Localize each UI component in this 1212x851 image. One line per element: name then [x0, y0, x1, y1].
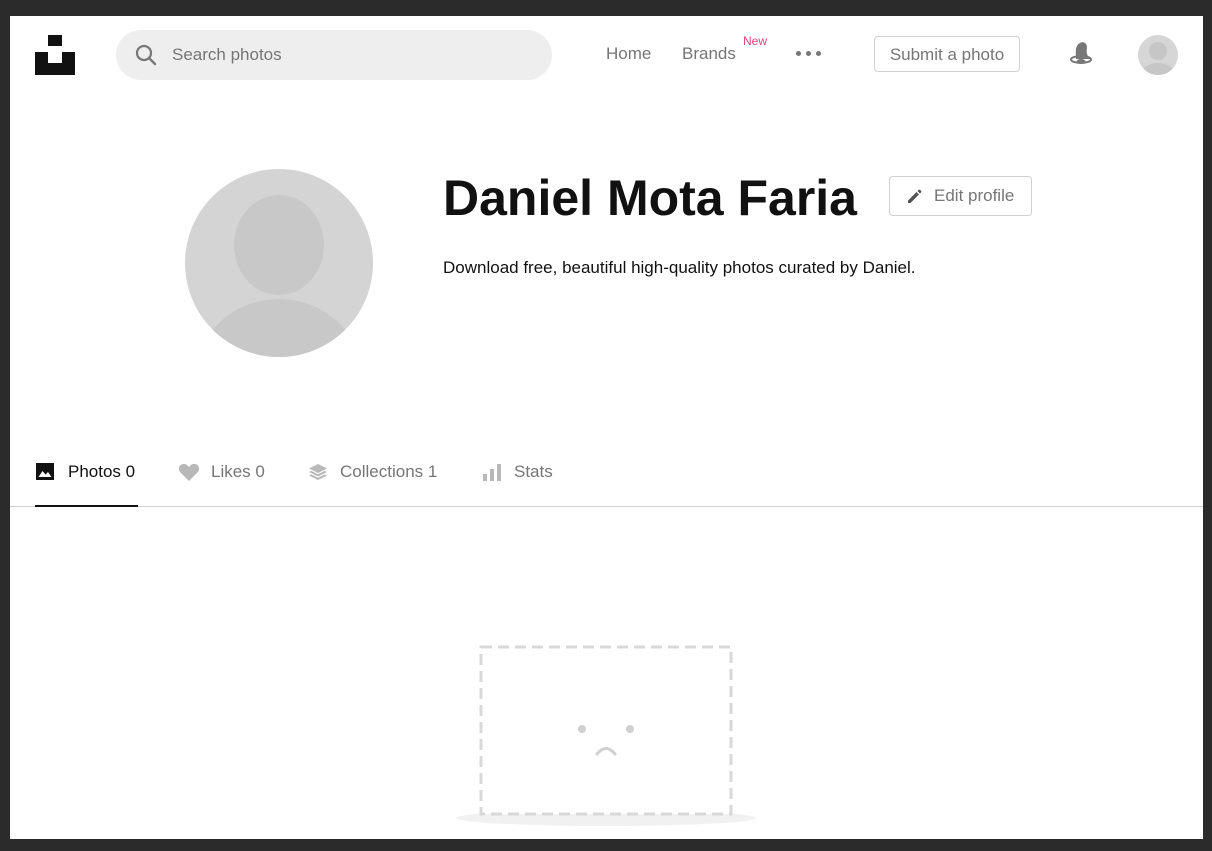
profile-bio: Download free, beautiful high-quality ph… — [443, 258, 916, 277]
edit-profile-label: Edit profile — [934, 186, 1015, 205]
profile-avatar — [185, 169, 373, 357]
profile-tabs: Photos 0 Likes 0 Collections 1 Stats — [10, 446, 1203, 507]
notification-bell-icon[interactable] — [1068, 39, 1094, 67]
collections-icon — [309, 464, 327, 480]
user-avatar[interactable] — [1138, 35, 1178, 75]
profile-name: Daniel Mota Faria — [443, 170, 857, 226]
stats-icon — [483, 464, 501, 481]
submit-photo-button[interactable]: Submit a photo — [874, 36, 1020, 72]
more-icon[interactable] — [796, 50, 822, 58]
search-bar — [116, 30, 552, 80]
tab-photos-label: Photos 0 — [68, 462, 136, 481]
heart-icon — [178, 463, 200, 481]
tab-likes-label: Likes 0 — [211, 462, 265, 481]
pencil-icon — [908, 189, 922, 203]
nav-home-link[interactable]: Home — [606, 44, 651, 64]
tab-stats[interactable]: Stats — [481, 446, 556, 506]
image-icon — [36, 463, 54, 480]
empty-state-sad-icon — [456, 645, 756, 826]
tab-collections[interactable]: Collections 1 — [307, 446, 442, 506]
tab-likes[interactable]: Likes 0 — [178, 446, 270, 506]
top-navbar: Home Brands New Submit a photo — [10, 16, 1203, 92]
edit-profile-button[interactable]: Edit profile — [889, 176, 1032, 216]
tab-collections-label: Collections 1 — [340, 462, 438, 481]
nav-brands-link[interactable]: Brands — [682, 44, 736, 64]
search-icon[interactable] — [134, 43, 158, 67]
search-input[interactable] — [172, 30, 532, 80]
new-badge: New — [743, 34, 768, 48]
app-window: Home Brands New Submit a photo Daniel Mo… — [10, 16, 1203, 839]
tab-photos[interactable]: Photos 0 — [35, 446, 138, 507]
logo-icon[interactable] — [35, 35, 75, 75]
tab-stats-label: Stats — [514, 462, 553, 481]
